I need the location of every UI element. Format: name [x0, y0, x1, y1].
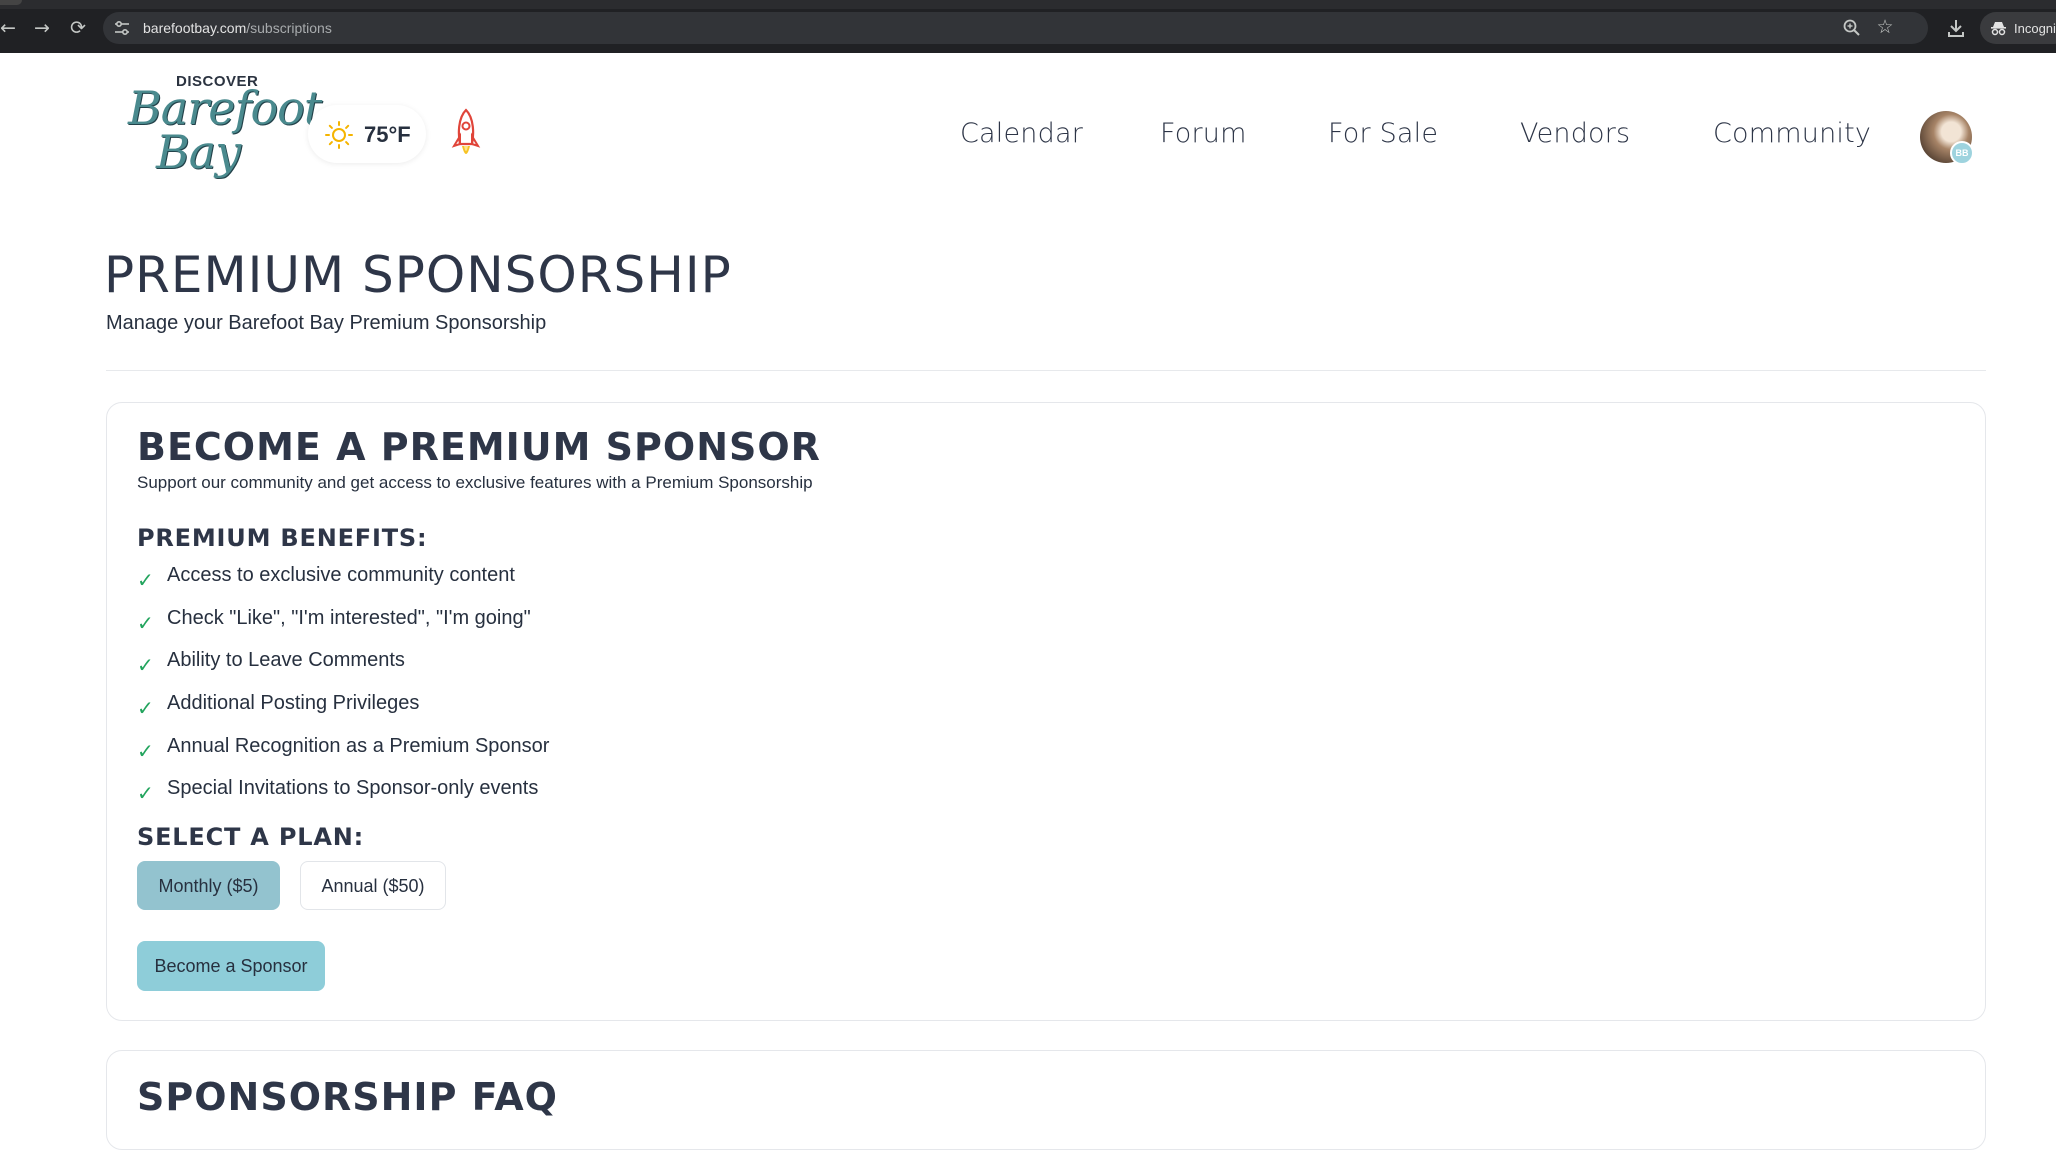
benefit-item: ✓ Check "Like", "I'm interested", "I'm go…: [137, 604, 937, 647]
browser-chrome: ← → ⟳ barefootbay.com/subscriptions ☆ In: [0, 0, 2056, 53]
plan-monthly-button[interactable]: Monthly ($5): [137, 861, 280, 910]
tab-strip: [0, 0, 2056, 9]
benefit-item: ✓ Access to exclusive community content: [137, 561, 937, 604]
rocket-icon[interactable]: [450, 108, 482, 164]
sponsor-card-subtitle: Support our community and get access to …: [137, 473, 813, 492]
tab[interactable]: [0, 0, 22, 5]
zoom-icon[interactable]: [1842, 18, 1862, 38]
page-subtitle: Manage your Barefoot Bay Premium Sponsor…: [106, 312, 547, 334]
nav-vendors[interactable]: Vendors: [1520, 118, 1630, 149]
page-title: PREMIUM SPONSORSHIP: [104, 246, 732, 304]
check-icon: ✓: [137, 781, 154, 806]
benefit-text: Ability to Leave Comments: [167, 649, 405, 672]
benefit-item: ✓ Additional Posting Privileges: [137, 689, 937, 732]
divider: [106, 370, 1986, 371]
back-icon[interactable]: ←: [0, 16, 20, 40]
plan-annual-button[interactable]: Annual ($50): [300, 861, 446, 910]
incognito-icon: [1991, 22, 2006, 36]
benefit-text: Access to exclusive community content: [167, 564, 515, 586]
faq-card-title: SPONSORSHIP FAQ: [137, 1075, 558, 1119]
check-icon: ✓: [137, 610, 154, 635]
sponsor-card-title: BECOME A PREMIUM SPONSOR: [137, 425, 821, 469]
benefits-list: ✓ Access to exclusive community content ✓…: [137, 561, 937, 817]
site-logo[interactable]: DISCOVER Barefoot Bay: [124, 73, 322, 183]
check-icon: ✓: [137, 653, 154, 678]
plan-heading: SELECT A PLAN:: [137, 823, 364, 851]
faq-card: SPONSORSHIP FAQ: [106, 1050, 1986, 1150]
bookmark-star-icon[interactable]: ☆: [1874, 16, 1896, 38]
incognito-label: Incognito: [2014, 21, 2056, 36]
benefit-item: ✓ Special Invitations to Sponsor-only eve…: [137, 774, 937, 817]
weather-temp: 75°F: [364, 122, 411, 147]
nav-community[interactable]: Community: [1713, 118, 1871, 149]
address-bar[interactable]: barefootbay.com/subscriptions ☆: [103, 12, 1928, 44]
reload-icon[interactable]: ⟳: [66, 16, 90, 40]
logo-line2: Bay: [156, 125, 241, 179]
benefit-text: Annual Recognition as a Premium Sponsor: [167, 734, 550, 757]
site-settings-icon[interactable]: [113, 19, 131, 37]
url-path: /subscriptions: [246, 20, 332, 36]
url-host: barefootbay.com: [143, 20, 247, 36]
benefit-item: ✓ Ability to Leave Comments: [137, 646, 937, 689]
forward-icon[interactable]: →: [30, 16, 54, 40]
avatar-initials-badge: BB: [1950, 141, 1974, 165]
benefit-item: ✓ Annual Recognition as a Premium Sponsor: [137, 732, 937, 775]
check-icon: ✓: [137, 696, 154, 721]
benefit-text: Special Invitations to Sponsor-only even…: [167, 777, 539, 800]
url-text[interactable]: barefootbay.com/subscriptions: [143, 20, 332, 36]
weather-widget[interactable]: 75°F: [308, 105, 426, 163]
nav-forum[interactable]: Forum: [1160, 118, 1247, 149]
sun-icon: [325, 121, 353, 149]
nav-calendar[interactable]: Calendar: [960, 118, 1083, 149]
download-icon[interactable]: [1945, 17, 1967, 39]
benefit-text: Additional Posting Privileges: [167, 692, 420, 715]
incognito-indicator[interactable]: Incognito: [1980, 12, 2056, 44]
become-sponsor-button[interactable]: Become a Sponsor: [137, 941, 325, 991]
check-icon: ✓: [137, 568, 154, 592]
nav-for-sale[interactable]: For Sale: [1328, 118, 1438, 149]
check-icon: ✓: [137, 738, 154, 763]
benefits-heading: PREMIUM BENEFITS:: [137, 524, 428, 552]
benefit-text: Check "Like", "I'm interested", "I'm goi…: [167, 606, 531, 629]
site-header: DISCOVER Barefoot Bay 75°F Calendar Foru…: [0, 53, 2056, 213]
sponsor-card: BECOME A PREMIUM SPONSOR Support our com…: [106, 402, 1986, 1021]
